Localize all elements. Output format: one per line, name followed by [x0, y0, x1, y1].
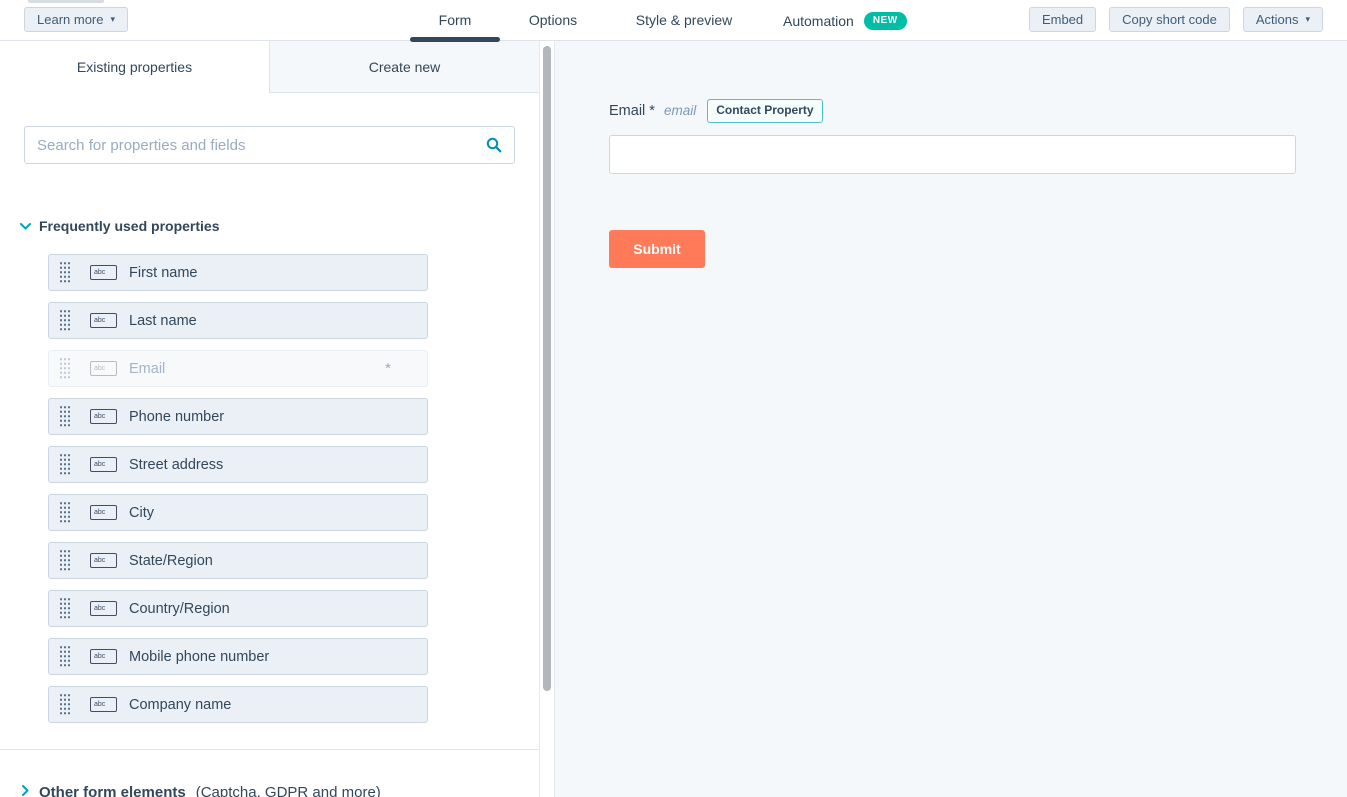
contact-property-badge: Contact Property: [707, 99, 823, 123]
tab-automation[interactable]: Automation NEW: [783, 0, 913, 41]
property-label: Phone number: [129, 408, 225, 425]
tab-automation-label: Automation: [783, 12, 854, 29]
property-list: abc First name abc Last name abc Email *…: [48, 254, 539, 723]
chevron-down-icon: ▾: [1305, 14, 1310, 24]
email-field-label-row[interactable]: Email * email Contact Property: [609, 99, 823, 123]
footer-divider: [0, 749, 539, 750]
tab-existing-properties[interactable]: Existing properties: [0, 41, 269, 93]
drag-handle-icon[interactable]: [59, 501, 70, 524]
learn-more-button[interactable]: Learn more ▾: [24, 7, 129, 32]
property-label: City: [129, 504, 154, 521]
text-field-icon: abc: [90, 697, 117, 712]
property-first-name[interactable]: abc First name: [48, 254, 428, 291]
property-label: Country/Region: [129, 600, 230, 617]
search-icon[interactable]: [486, 137, 502, 158]
top-header: Learn more ▾ Form Options Style & previe…: [0, 0, 1347, 42]
property-label: Last name: [129, 312, 197, 329]
text-field-icon: abc: [90, 361, 117, 376]
text-field-icon: abc: [90, 649, 117, 664]
text-field-icon: abc: [90, 313, 117, 328]
property-label: First name: [129, 264, 198, 281]
tab-style-preview[interactable]: Style & preview: [631, 0, 737, 41]
cutoff-element: [28, 0, 104, 3]
text-field-icon: abc: [90, 505, 117, 520]
frequently-used-section-toggle[interactable]: Frequently used properties: [20, 217, 539, 235]
drag-handle-icon[interactable]: [59, 309, 70, 332]
tab-options[interactable]: Options: [521, 0, 585, 41]
form-preview-panel: Email * email Contact Property Submit: [555, 41, 1347, 797]
other-form-elements-toggle[interactable]: Other form elements (Captcha, GDPR and m…: [22, 783, 381, 797]
chevron-down-icon: [20, 217, 31, 235]
property-state-region[interactable]: abc State/Region: [48, 542, 428, 579]
footer-subtitle: (Captcha, GDPR and more): [195, 783, 381, 797]
section-title: Frequently used properties: [39, 218, 220, 234]
copy-short-code-button[interactable]: Copy short code: [1109, 7, 1230, 32]
sidebar-tabs: Existing properties Create new: [0, 41, 539, 93]
property-label: State/Region: [129, 552, 213, 569]
actions-button[interactable]: Actions ▾: [1242, 7, 1323, 32]
sidebar-scrollbar-track[interactable]: [539, 41, 555, 797]
property-mobile-phone-number[interactable]: abc Mobile phone number: [48, 638, 428, 675]
text-field-icon: abc: [90, 265, 117, 280]
actions-label: Actions: [1255, 12, 1299, 27]
field-internal-name: email: [663, 103, 697, 119]
text-field-icon: abc: [90, 601, 117, 616]
drag-handle-icon[interactable]: [59, 405, 70, 428]
text-field-icon: abc: [90, 553, 117, 568]
property-email: abc Email *: [48, 350, 428, 387]
tab-form[interactable]: Form: [410, 0, 500, 42]
property-search: [24, 126, 515, 164]
property-company-name[interactable]: abc Company name: [48, 686, 428, 723]
search-input[interactable]: [25, 127, 514, 163]
learn-more-label: Learn more: [37, 12, 104, 27]
chevron-down-icon: ▾: [110, 14, 116, 24]
new-badge: NEW: [863, 11, 907, 30]
drag-handle-icon[interactable]: [59, 453, 70, 476]
property-label: Street address: [129, 456, 224, 473]
required-marker: *: [649, 102, 655, 119]
drag-handle-icon[interactable]: [59, 597, 70, 620]
drag-handle-icon: [59, 357, 70, 380]
property-label: Email: [129, 360, 166, 377]
property-phone-number[interactable]: abc Phone number: [48, 398, 428, 435]
text-field-icon: abc: [90, 457, 117, 472]
required-marker: *: [385, 360, 391, 377]
property-label: Company name: [129, 696, 232, 713]
header-actions: Embed Copy short code Actions ▾: [1028, 7, 1323, 32]
property-last-name[interactable]: abc Last name: [48, 302, 428, 339]
properties-sidebar: Existing properties Create new Frequentl…: [0, 41, 539, 797]
email-input[interactable]: [609, 135, 1296, 174]
property-country-region[interactable]: abc Country/Region: [48, 590, 428, 627]
property-street-address[interactable]: abc Street address: [48, 446, 428, 483]
embed-button[interactable]: Embed: [1028, 7, 1097, 32]
sidebar-scrollbar-thumb[interactable]: [543, 46, 551, 691]
drag-handle-icon[interactable]: [59, 645, 70, 668]
drag-handle-icon[interactable]: [59, 549, 70, 572]
property-label: Mobile phone number: [129, 648, 270, 665]
submit-button[interactable]: Submit: [609, 230, 705, 268]
field-label: Email *: [609, 102, 655, 119]
text-field-icon: abc: [90, 409, 117, 424]
tab-create-new[interactable]: Create new: [269, 41, 539, 93]
drag-handle-icon[interactable]: [59, 693, 70, 716]
property-city[interactable]: abc City: [48, 494, 428, 531]
chevron-right-icon: [22, 783, 29, 797]
drag-handle-icon[interactable]: [59, 261, 70, 284]
footer-title: Other form elements: [39, 783, 186, 797]
